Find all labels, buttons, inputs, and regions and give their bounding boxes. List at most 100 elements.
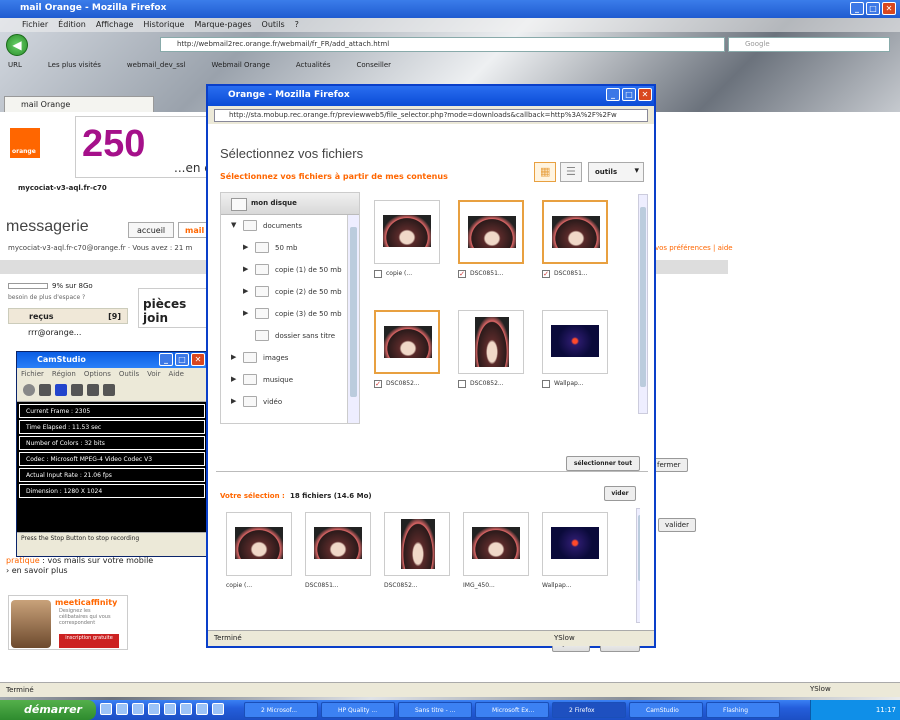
start-button[interactable]: démarrer xyxy=(0,700,96,720)
selected-file[interactable]: Wallpap... xyxy=(536,512,615,596)
menu-item[interactable]: Options xyxy=(84,370,111,378)
bookmark-item[interactable]: Les plus visités xyxy=(48,61,101,71)
quicklaunch-icon[interactable] xyxy=(196,703,208,715)
file-card[interactable]: Wallpap... xyxy=(536,310,616,394)
close-button[interactable]: ✕ xyxy=(638,88,652,101)
file-checkbox[interactable]: ✓ xyxy=(458,270,466,278)
quicklaunch-icon[interactable] xyxy=(132,703,144,715)
scroll-thumb[interactable] xyxy=(638,515,640,581)
task-item[interactable]: 2 Microsof... xyxy=(244,702,318,718)
folder-rrr[interactable]: rrr@orange... xyxy=(8,328,81,337)
orange-logo[interactable]: orange xyxy=(10,128,40,158)
file-checkbox[interactable]: ✓ xyxy=(542,270,550,278)
expand-arrow-icon[interactable]: ▶ xyxy=(243,309,248,317)
quicklaunch-icon[interactable] xyxy=(164,703,176,715)
selected-file[interactable]: DSC0851... xyxy=(299,512,378,596)
minimize-button[interactable]: _ xyxy=(850,2,864,15)
popup-url[interactable]: http://sta.mobup.rec.orange.fr/previewwe… xyxy=(214,109,648,122)
pause-icon[interactable] xyxy=(39,384,51,396)
file-card[interactable]: DSC0852... xyxy=(452,310,532,394)
file-thumbnail[interactable] xyxy=(542,310,608,374)
file-thumbnail[interactable] xyxy=(374,200,440,264)
file-grid-scrollbar[interactable] xyxy=(638,194,648,414)
selected-file[interactable]: DSC0852... xyxy=(378,512,457,596)
file-thumbnail[interactable] xyxy=(463,512,529,576)
tree-item[interactable]: ▼ documents xyxy=(221,215,359,237)
preferences-links[interactable]: vos préférences | aide xyxy=(655,244,733,252)
quicklaunch-icon[interactable] xyxy=(212,703,224,715)
quicklaunch-icon[interactable] xyxy=(180,703,192,715)
stop-icon[interactable] xyxy=(55,384,67,396)
folder-recus[interactable]: reçus [9] xyxy=(8,308,128,324)
menu-file[interactable]: Fichier xyxy=(22,20,48,30)
task-item[interactable]: Flashing xyxy=(706,702,780,718)
maximize-button[interactable]: □ xyxy=(175,353,189,366)
bookmark-item[interactable]: webmail_dev_ssl xyxy=(127,61,186,71)
tree-root[interactable]: mon disque xyxy=(221,193,359,215)
yslow-label[interactable]: YSlow xyxy=(554,634,575,642)
back-button[interactable]: ◀ xyxy=(6,34,28,56)
tree-scrollbar[interactable] xyxy=(347,215,359,423)
region-icon[interactable] xyxy=(71,384,83,396)
bookmark-item[interactable]: Actualités xyxy=(296,61,331,71)
ad-signup-button[interactable]: inscription gratuite xyxy=(59,634,119,648)
menu-tools[interactable]: Outils xyxy=(262,20,285,30)
valider-button[interactable]: valider xyxy=(658,518,696,532)
file-thumbnail[interactable] xyxy=(305,512,371,576)
menu-history[interactable]: Historique xyxy=(143,20,184,30)
expand-arrow-icon[interactable]: ▼ xyxy=(231,221,236,229)
tab-mail[interactable]: mail xyxy=(178,222,208,238)
menu-item[interactable]: Région xyxy=(52,370,76,378)
bookmark-item[interactable]: Conseiller xyxy=(356,61,391,71)
close-button[interactable]: ✕ xyxy=(191,353,205,366)
expand-arrow-icon[interactable]: ▶ xyxy=(243,243,248,251)
maximize-button[interactable]: □ xyxy=(866,2,880,15)
scroll-thumb[interactable] xyxy=(640,207,646,387)
tree-item[interactable]: ▶ copie (1) de 50 mb xyxy=(221,259,359,281)
bookmark-item[interactable]: Webmail Orange xyxy=(212,61,270,71)
quicklaunch-icon[interactable] xyxy=(116,703,128,715)
tree-item[interactable]: ▶ copie (3) de 50 mb xyxy=(221,303,359,325)
minimize-button[interactable]: _ xyxy=(159,353,173,366)
expand-arrow-icon[interactable]: ▶ xyxy=(243,265,248,273)
tree-item[interactable]: dossier sans titre xyxy=(221,325,359,347)
bookmark-item[interactable]: URL xyxy=(8,61,22,71)
tree-item[interactable]: ▶ 50 mb xyxy=(221,237,359,259)
yslow-label[interactable]: YSlow xyxy=(810,685,831,693)
file-card[interactable]: ✓ DSC0852... xyxy=(368,310,448,394)
tree-item[interactable]: ▶ vidéo xyxy=(221,391,359,413)
selection-scrollbar[interactable] xyxy=(636,508,640,623)
tree-item[interactable]: ▶ musique xyxy=(221,369,359,391)
file-card[interactable]: copie (... xyxy=(368,200,448,284)
menu-bookmarks[interactable]: Marque-pages xyxy=(194,20,251,30)
file-checkbox[interactable] xyxy=(374,270,382,278)
file-thumbnail[interactable] xyxy=(458,310,524,374)
task-item[interactable]: Microsoft Ex... xyxy=(475,702,549,718)
meetic-ad[interactable]: meeticaffinity Designez les célibataires… xyxy=(8,595,128,650)
select-all-button[interactable]: sélectionner tout xyxy=(566,456,640,471)
file-thumbnail[interactable] xyxy=(226,512,292,576)
tree-item[interactable]: ▶ copie (2) de 50 mb xyxy=(221,281,359,303)
file-thumbnail[interactable] xyxy=(542,512,608,576)
file-card[interactable]: ✓ DSC0851... xyxy=(536,200,616,284)
clock[interactable]: 11:17 xyxy=(876,706,896,714)
task-item[interactable]: HP Quality ... xyxy=(321,702,395,718)
file-thumbnail[interactable] xyxy=(374,310,440,374)
scroll-thumb[interactable] xyxy=(350,227,357,397)
task-item[interactable]: CamStudio xyxy=(629,702,703,718)
task-item[interactable]: Sans titre - ... xyxy=(398,702,472,718)
tree-item[interactable]: ▶ images xyxy=(221,347,359,369)
clear-selection-button[interactable]: vider xyxy=(604,486,636,501)
grid-view-icon[interactable] xyxy=(534,162,556,182)
file-thumbnail[interactable] xyxy=(384,512,450,576)
menu-item[interactable]: Fichier xyxy=(21,370,44,378)
file-checkbox[interactable] xyxy=(542,380,550,388)
outils-dropdown[interactable]: outils ▾ xyxy=(588,162,644,182)
promo-link[interactable]: › en savoir plus xyxy=(6,566,68,575)
tab-accueil[interactable]: accueil xyxy=(128,222,174,238)
record-icon[interactable] xyxy=(23,384,35,396)
maximize-button[interactable]: □ xyxy=(622,88,636,101)
selected-file[interactable]: copie (... xyxy=(220,512,299,596)
file-thumbnail[interactable] xyxy=(458,200,524,264)
menu-view[interactable]: Affichage xyxy=(96,20,134,30)
